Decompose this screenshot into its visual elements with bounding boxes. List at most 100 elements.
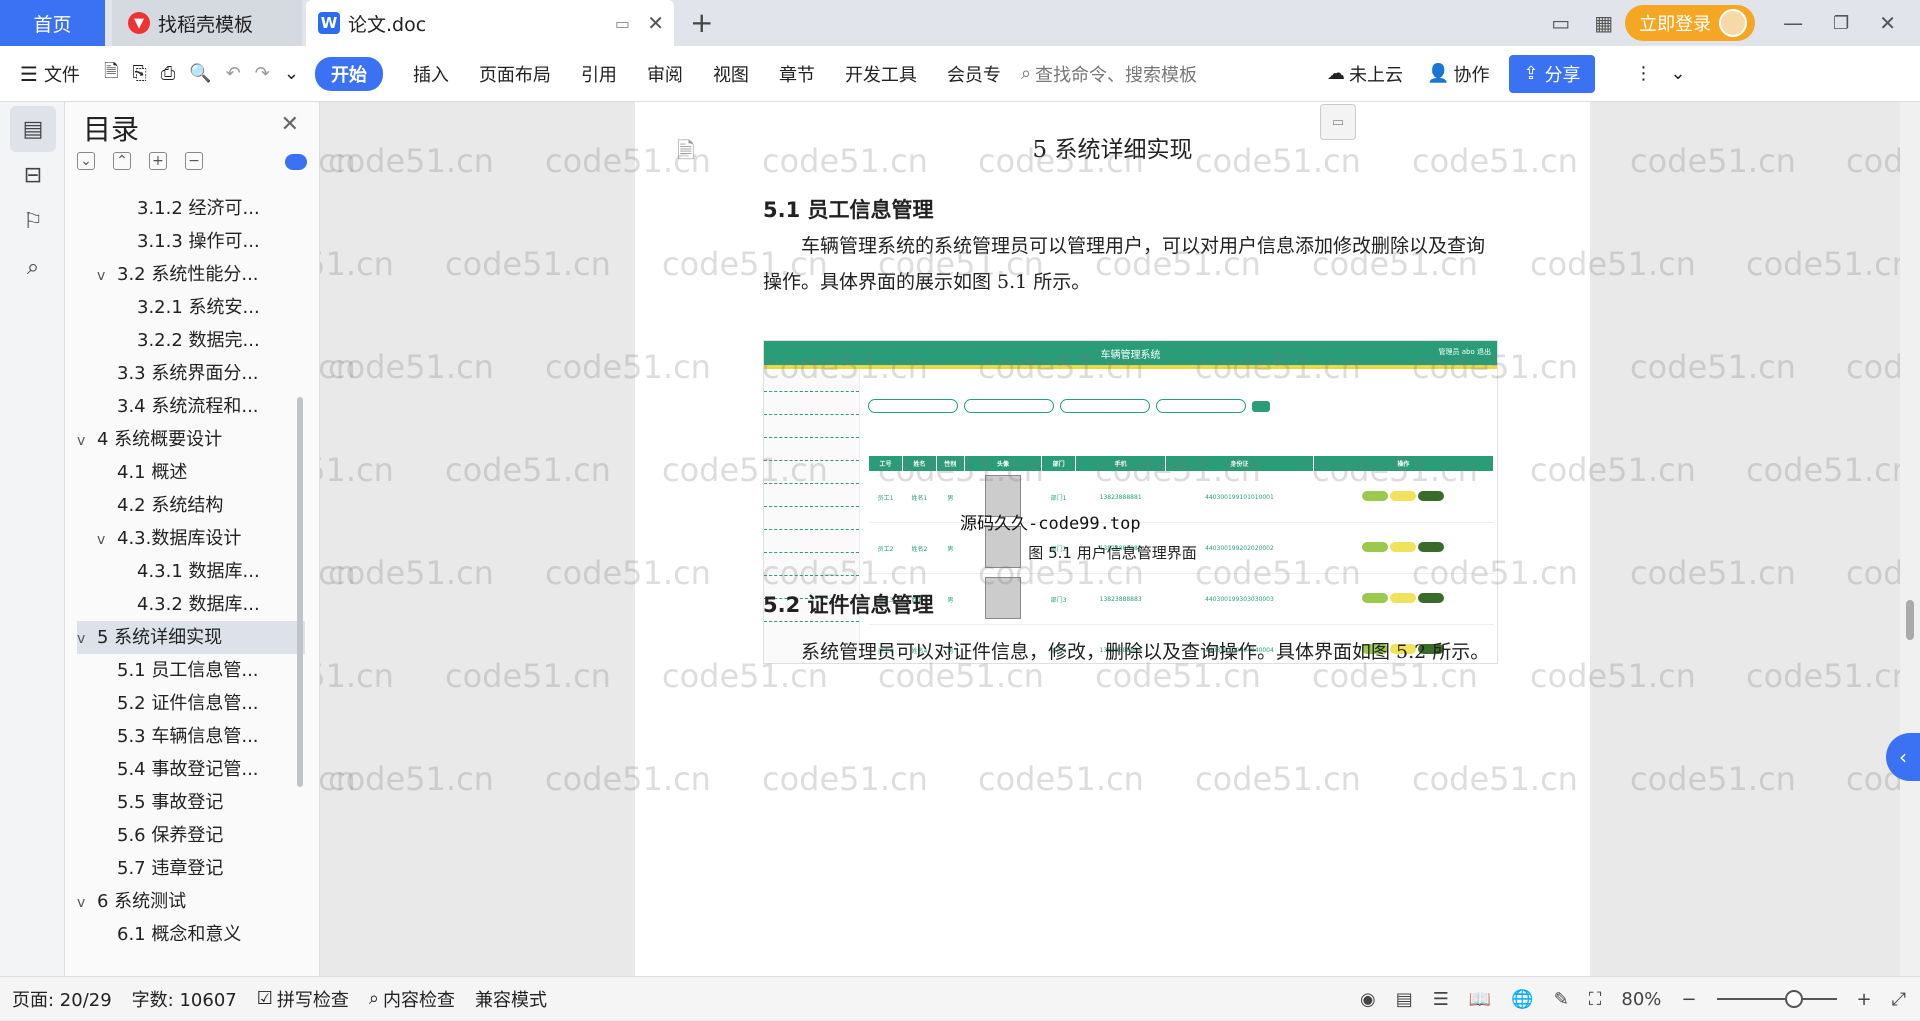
window-close-icon[interactable]: ✕: [1879, 11, 1896, 35]
toc-item[interactable]: 5.4 事故登记管...: [77, 753, 305, 786]
toc-item[interactable]: v6 系统测试: [77, 885, 305, 918]
toc-item[interactable]: 3.2.2 数据完...: [77, 324, 305, 357]
toc-item[interactable]: v4 系统概要设计: [77, 423, 305, 456]
undo-icon[interactable]: ↶: [226, 63, 241, 84]
login-button[interactable]: 立即登录: [1625, 5, 1756, 41]
spell-check[interactable]: ☑ 拼写检查: [257, 986, 349, 1012]
tab-references[interactable]: 引用: [581, 61, 617, 87]
bookmark-icon[interactable]: ⚐: [10, 198, 56, 244]
toc-item-label: 4.3.数据库设计: [117, 528, 242, 549]
chevron-down-icon[interactable]: v: [77, 887, 97, 918]
toc-item[interactable]: 4.3.1 数据库...: [77, 555, 305, 588]
tab-home[interactable]: 首页: [0, 0, 105, 46]
toc-scrollbar[interactable]: [297, 397, 303, 787]
toc-item[interactable]: 4.3.2 数据库...: [77, 588, 305, 621]
add-heading-icon[interactable]: +: [149, 152, 167, 170]
zoom-out-icon[interactable]: −: [1681, 989, 1696, 1010]
page-count[interactable]: 页面: 20/29: [12, 986, 112, 1012]
vertical-scrollbar[interactable]: [1900, 102, 1920, 976]
share-button[interactable]: ⇪ 分享: [1509, 54, 1595, 93]
toc-panel-icon[interactable]: ▤: [10, 106, 56, 152]
reading-view-icon[interactable]: 📖: [1469, 989, 1491, 1010]
scroll-thumb[interactable]: [1906, 600, 1914, 640]
chevron-down-icon[interactable]: v: [77, 425, 97, 456]
chevron-down-icon[interactable]: v: [97, 524, 117, 555]
toc-item[interactable]: 5.2 证件信息管...: [77, 687, 305, 720]
tab-page-layout[interactable]: 页面布局: [479, 61, 551, 87]
content-check[interactable]: ⌕ 内容检查: [369, 986, 455, 1012]
zoom-slider[interactable]: [1716, 990, 1837, 1008]
preview-icon[interactable]: 🔍: [189, 63, 211, 84]
find-icon[interactable]: ⌕: [10, 244, 56, 290]
tab-review[interactable]: 审阅: [647, 61, 683, 87]
restore-icon[interactable]: ❐: [1833, 13, 1849, 34]
grid-icon[interactable]: ▦: [1594, 11, 1613, 35]
shot-op-button: [1418, 491, 1445, 501]
tab-section[interactable]: 章节: [779, 61, 815, 87]
word-count[interactable]: 字数: 10607: [132, 986, 237, 1012]
new-tab-button[interactable]: +: [690, 6, 713, 39]
export-icon[interactable]: ⎘: [132, 63, 146, 84]
layout-icon[interactable]: ▭: [1551, 11, 1570, 35]
print-icon[interactable]: ⎙: [161, 63, 175, 84]
watermark-text: code51.cn: [1746, 245, 1900, 283]
cloud-label: 未上云: [1349, 64, 1404, 86]
remove-heading-icon[interactable]: −: [185, 152, 203, 170]
toc-item[interactable]: 4.2 系统结构: [77, 489, 305, 522]
toc-item[interactable]: 5.1 员工信息管...: [77, 654, 305, 687]
chevron-down-icon[interactable]: v: [97, 260, 117, 291]
zoom-level[interactable]: 80%: [1621, 989, 1661, 1010]
tab-start[interactable]: 开始: [314, 56, 383, 91]
tab-view[interactable]: 视图: [713, 61, 749, 87]
toc-item[interactable]: 3.1.2 经济可...: [77, 192, 305, 225]
fit-icon[interactable]: ⛶: [1589, 989, 1602, 1010]
pen-icon[interactable]: ✎: [1554, 989, 1569, 1010]
tab-insert[interactable]: 插入: [413, 61, 449, 87]
collab-button[interactable]: 👤 协作: [1427, 61, 1489, 87]
close-icon[interactable]: ✕: [281, 112, 299, 137]
toc-item[interactable]: 3.4 系统流程和...: [77, 390, 305, 423]
toc-toggle[interactable]: [285, 154, 307, 170]
toc-item[interactable]: 3.1.3 操作可...: [77, 225, 305, 258]
command-search[interactable]: ⌕ 查找命令、搜索模板: [1021, 61, 1197, 87]
toc-item[interactable]: 3.2.1 系统安...: [77, 291, 305, 324]
file-menu[interactable]: ☰ 文件: [20, 61, 80, 87]
tab-developer[interactable]: 开发工具: [845, 61, 917, 87]
toc-item-label: 5.7 违章登记: [117, 858, 224, 879]
redo-icon[interactable]: ↷: [255, 63, 270, 84]
toc-item[interactable]: 5.6 保养登记: [77, 819, 305, 852]
eye-icon[interactable]: ◉: [1360, 989, 1376, 1010]
outline-view-icon[interactable]: ☰: [1433, 989, 1449, 1010]
toc-item[interactable]: v5 系统详细实现: [77, 621, 305, 654]
monitor-icon[interactable]: ▭: [615, 14, 630, 33]
save-icon[interactable]: 🗎: [104, 59, 118, 89]
more-options-icon[interactable]: ⋮: [1635, 63, 1653, 84]
toc-item[interactable]: v 3.2 系统性能分...: [77, 258, 305, 291]
close-tab-icon[interactable]: ✕: [647, 11, 664, 35]
cloud-status[interactable]: ☁ 未上云: [1327, 61, 1403, 87]
collapse-up-icon[interactable]: ⌃: [113, 152, 131, 170]
page-view-icon[interactable]: ▤: [1396, 989, 1413, 1010]
minimize-icon[interactable]: —: [1783, 11, 1803, 35]
web-view-icon[interactable]: 🌐: [1511, 989, 1533, 1010]
toc-item[interactable]: 4.1 概述: [77, 456, 305, 489]
tab-template[interactable]: ▼ 找稻壳模板: [112, 0, 302, 46]
more-dropdown-icon[interactable]: ⌄: [284, 63, 299, 84]
tab-member[interactable]: 会员专: [947, 61, 1001, 87]
fullscreen-icon[interactable]: ⤢: [1892, 989, 1906, 1010]
zoom-in-icon[interactable]: +: [1857, 989, 1872, 1010]
collab-label: 协作: [1453, 64, 1490, 86]
toc-item[interactable]: 5.7 违章登记: [77, 852, 305, 885]
navigation-icon[interactable]: ⊟: [10, 152, 56, 198]
collapse-ribbon-icon[interactable]: ⌄: [1671, 63, 1686, 84]
toc-item[interactable]: 5.3 车辆信息管...: [77, 720, 305, 753]
toc-item[interactable]: v 4.3.数据库设计: [77, 522, 305, 555]
tab-document[interactable]: W 论文.doc ▭ ✕: [306, 0, 674, 46]
chevron-down-icon[interactable]: v: [77, 623, 97, 654]
toc-item[interactable]: 3.3 系统界面分...: [77, 357, 305, 390]
page-options-icon[interactable]: ▭: [1320, 104, 1356, 140]
expand-down-icon[interactable]: ⌄: [77, 152, 95, 170]
zoom-knob[interactable]: [1784, 990, 1803, 1008]
toc-item[interactable]: 6.1 概念和意义: [77, 918, 305, 951]
toc-item[interactable]: 5.5 事故登记: [77, 786, 305, 819]
